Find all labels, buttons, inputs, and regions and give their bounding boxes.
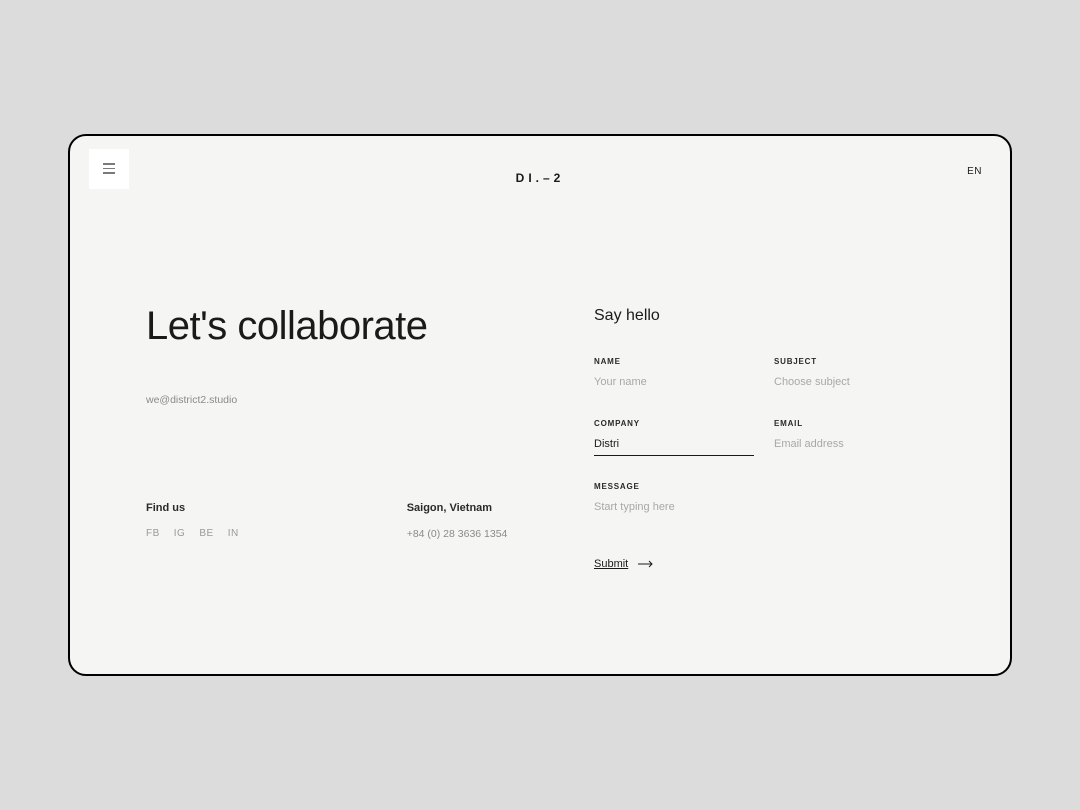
header: DI.–2 EN [70,136,1010,192]
name-label: NAME [594,357,754,366]
social-ig[interactable]: IG [174,528,186,539]
location-heading: Saigon, Vietnam [407,502,508,514]
hamburger-icon [103,163,115,174]
subject-input[interactable] [774,376,934,393]
name-input[interactable] [594,376,754,393]
logo: DI.–2 [516,171,565,185]
social-in[interactable]: IN [228,528,239,539]
footer-info: Find us FB IG BE IN Saigon, Vietnam +84 … [146,502,507,540]
contact-email[interactable]: we@district2.studio [146,394,554,406]
email-input[interactable] [774,438,934,455]
email-label: EMAIL [774,419,934,428]
social-be[interactable]: BE [199,528,213,539]
app-window: DI.–2 EN Let's collaborate we@district2.… [68,134,1012,676]
form-grid: NAME SUBJECT COMPANY EMAIL [594,357,934,456]
findus-column: Find us FB IG BE IN [146,502,239,540]
company-input[interactable] [594,438,754,456]
message-label: MESSAGE [594,482,934,491]
location-column: Saigon, Vietnam +84 (0) 28 3636 1354 [407,502,508,540]
company-field-wrap: COMPANY [594,419,754,456]
menu-button[interactable] [89,149,129,189]
message-field-wrap: MESSAGE [594,482,934,518]
social-links: FB IG BE IN [146,528,239,539]
submit-button[interactable]: Submit [594,558,934,570]
contact-form: Say hello NAME SUBJECT COMPANY EMAIL [594,304,934,674]
message-input[interactable] [594,501,934,518]
content: Let's collaborate we@district2.studio Sa… [146,304,934,674]
findus-heading: Find us [146,502,239,514]
page-title: Let's collaborate [146,304,554,348]
subject-field-wrap: SUBJECT [774,357,934,393]
social-fb[interactable]: FB [146,528,160,539]
left-column: Let's collaborate we@district2.studio [146,304,594,674]
submit-label: Submit [594,558,628,570]
phone-number[interactable]: +84 (0) 28 3636 1354 [407,528,508,540]
form-title: Say hello [594,307,934,325]
subject-label: SUBJECT [774,357,934,366]
company-label: COMPANY [594,419,754,428]
email-field-wrap: EMAIL [774,419,934,456]
arrow-right-icon [638,560,654,568]
name-field-wrap: NAME [594,357,754,393]
language-switch[interactable]: EN [967,166,982,177]
